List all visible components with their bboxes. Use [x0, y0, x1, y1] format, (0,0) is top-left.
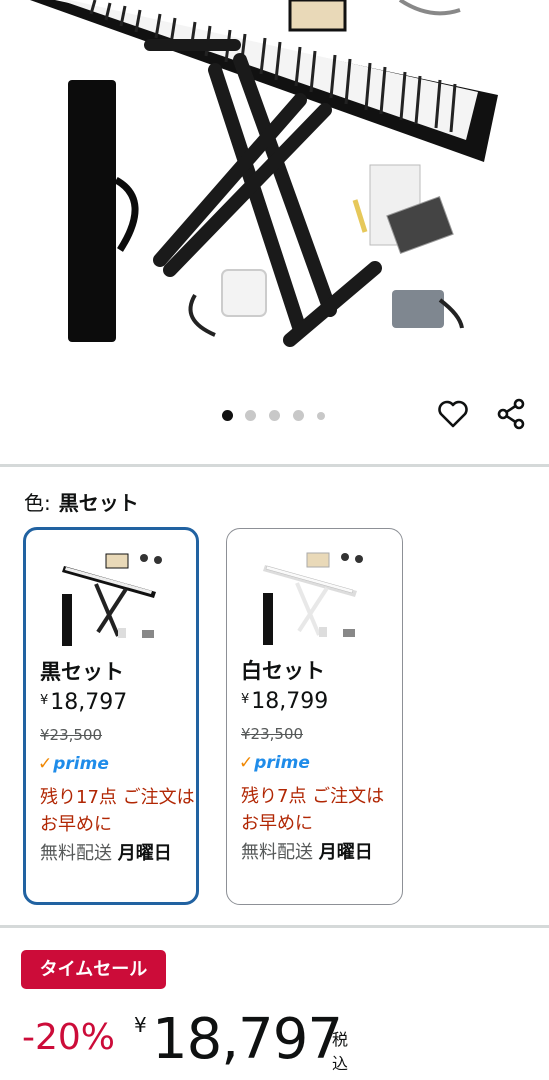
section-divider	[0, 925, 549, 928]
prime-check-icon: ✓	[239, 753, 254, 773]
prime-label: prime	[254, 753, 310, 773]
share-icon[interactable]	[494, 397, 528, 431]
section-divider	[0, 464, 549, 467]
variant-price: ¥18,799	[241, 689, 328, 714]
prime-label: prime	[53, 754, 109, 774]
color-selection-label: 色: 黒セット	[24, 487, 139, 516]
time-sale-badge: タイムセール	[21, 950, 166, 989]
carousel-dot-4[interactable]	[293, 410, 304, 421]
price-value: 18,797	[50, 690, 128, 715]
stock-warning: 残り7点 ご注文はお早めに	[241, 786, 385, 834]
variant-name: 黒セット	[40, 660, 124, 684]
price-value: 18,799	[251, 689, 329, 714]
prime-badge: ✓prime	[38, 754, 109, 774]
heart-icon[interactable]	[436, 397, 470, 431]
variant-card-white[interactable]: 白セット ¥18,799 ¥23,500 ✓prime 残り7点 ご注文はお早め…	[226, 528, 403, 905]
prime-check-icon: ✓	[38, 754, 53, 774]
currency-symbol: ¥	[134, 1013, 147, 1037]
carousel-dot-3[interactable]	[269, 410, 280, 421]
currency-symbol: ¥	[40, 693, 49, 708]
variant-name: 白セット	[241, 659, 325, 683]
delivery-info: 無料配送 月曜日	[40, 840, 195, 868]
currency-symbol: ¥	[241, 692, 250, 707]
variant-list-price: ¥23,500	[241, 725, 304, 743]
delivery-day: 月曜日	[117, 843, 172, 864]
carousel-dot-2[interactable]	[245, 410, 256, 421]
variant-list-price: ¥23,500	[40, 726, 103, 744]
tax-note: 税込	[332, 1030, 349, 1073]
discount-percent: -20%	[22, 1017, 116, 1058]
delivery-prefix: 無料配送	[40, 843, 118, 864]
variant-card-black[interactable]: 黒セット ¥18,797 ¥23,500 ✓prime 残り17点 ご注文はお早…	[23, 527, 199, 905]
carousel-dot-1[interactable]	[222, 410, 233, 421]
variant-thumbnail	[56, 544, 170, 652]
delivery-day: 月曜日	[318, 842, 373, 863]
variant-price: ¥18,797	[40, 690, 127, 715]
stock-warning: 残り17点 ご注文はお早めに	[40, 787, 195, 835]
color-value: 黒セット	[58, 491, 139, 515]
product-image[interactable]	[0, 0, 549, 385]
carousel-dot-5[interactable]	[317, 412, 325, 420]
variant-thumbnail	[257, 543, 371, 651]
delivery-info: 無料配送 月曜日	[241, 839, 396, 867]
color-label: 色:	[24, 491, 51, 515]
deal-price: 18,797	[152, 1007, 343, 1072]
prime-badge: ✓prime	[239, 753, 310, 773]
delivery-prefix: 無料配送	[241, 842, 319, 863]
product-image-illustration	[30, 0, 498, 347]
